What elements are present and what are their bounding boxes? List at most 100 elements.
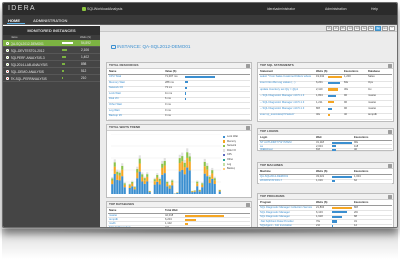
trend-bar xyxy=(168,186,171,189)
resource-name[interactable]: Memory Wait xyxy=(109,81,125,84)
column-header[interactable]: Machine xyxy=(260,170,271,173)
panel-menu-icon[interactable] xyxy=(246,203,250,207)
program-waits: 702 xyxy=(316,219,321,223)
sql-executions: 96 xyxy=(344,100,347,104)
trend-bar xyxy=(188,170,191,194)
time-range-toolbar: 1h 4h 8h 1d 3d 1w 2w 4w 1m * xyxy=(100,25,397,32)
sql-executions: 842 xyxy=(344,81,349,85)
time-range-button[interactable]: 2w xyxy=(368,26,374,31)
sql-statement[interactable]: -- SQL Diagnostic Manager v10.5.1.3 xyxy=(260,107,314,110)
column-header[interactable]: Executions xyxy=(354,170,368,173)
product-name[interactable]: SQLWorkloadAnalysis xyxy=(87,7,122,11)
sidebar-col-waits[interactable]: Waits (S) xyxy=(80,36,91,39)
trend-bar xyxy=(183,159,186,163)
panel-menu-icon[interactable] xyxy=(246,126,250,130)
trend-bar xyxy=(116,174,119,180)
resource-name[interactable]: CPU Total xyxy=(109,75,121,78)
program-name[interactable]: SQLAgent - Job invocation xyxy=(260,224,314,227)
column-header[interactable]: Waits (S) xyxy=(316,70,327,73)
tab-administration[interactable]: ADMINISTRATION xyxy=(33,18,67,23)
column-header[interactable]: Executions xyxy=(344,70,358,73)
instance-row[interactable]: SQL-DEMO-ANALYSIS 512 xyxy=(3,68,100,75)
time-range-button[interactable]: 4w xyxy=(375,26,381,31)
trend-bar xyxy=(121,165,124,170)
column-header[interactable]: Waits (S) xyxy=(316,201,327,204)
trend-bar xyxy=(143,180,146,184)
column-header[interactable]: Executions xyxy=(354,201,368,204)
sql-statement[interactable]: insert into dbo.Log values (...) xyxy=(260,81,314,84)
time-range-button[interactable]: 1d xyxy=(347,26,353,31)
tab-home[interactable]: HOME xyxy=(8,18,20,23)
sql-statement[interactable]: -- SQL Diagnostic Manager v10.5.1.3 xyxy=(260,94,314,97)
sql-executions: 40 xyxy=(344,113,347,117)
legend-label: Memory xyxy=(227,139,237,143)
trend-bar xyxy=(171,185,174,194)
resource-name[interactable]: Backup I/O xyxy=(109,114,122,117)
program-name[interactable]: SQL Diagnostic Manager Collection Servic… xyxy=(260,206,314,209)
resource-name[interactable]: Lock Wait xyxy=(109,92,121,95)
sql-statement[interactable]: -- SQL Diagnostic Manager v10.5.1.3 xyxy=(260,101,314,104)
machine-bar xyxy=(332,175,352,178)
resource-name[interactable]: Network I/O xyxy=(109,86,123,89)
instance-row[interactable]: TK-SQL-PERFANALYSIS 210 xyxy=(3,75,100,82)
column-header[interactable]: Program xyxy=(260,201,271,204)
panel-menu-icon[interactable] xyxy=(388,164,392,168)
column-header[interactable]: Name xyxy=(109,70,116,73)
resource-value: 71,007 ms xyxy=(165,75,178,78)
column-header[interactable]: Total Wait xyxy=(165,209,178,212)
time-range-button[interactable]: 8h xyxy=(340,26,346,31)
sql-statement[interactable]: update Inventory set Qty = @p1 xyxy=(260,88,314,91)
resource-name[interactable]: Disk I/O xyxy=(109,97,119,100)
panel-menu-icon[interactable] xyxy=(388,64,392,68)
time-range-button[interactable]: 1w xyxy=(361,26,367,31)
column-header[interactable]: Statement xyxy=(260,70,273,73)
time-range-button[interactable]: 1h xyxy=(326,26,332,31)
sidebar-col-name[interactable]: Name xyxy=(11,36,18,39)
panel-menu-icon[interactable] xyxy=(246,64,250,68)
sql-statement[interactable]: select * from Sales.CustomerOrders where xyxy=(260,75,314,78)
trend-bar xyxy=(188,153,191,157)
machine-name[interactable]: QA-SQL2012-DEMO01 xyxy=(260,175,314,178)
program-name[interactable]: .Net SqlClient Data Provider xyxy=(260,220,314,223)
administration-link[interactable]: Administration xyxy=(325,7,346,11)
column-header[interactable]: Value (S) xyxy=(165,70,176,73)
instance-row[interactable]: SQL2014-LAB-ANALYSIS 898 xyxy=(3,61,100,68)
help-link[interactable]: Help xyxy=(371,7,378,11)
time-range-button[interactable]: 3d xyxy=(354,26,360,31)
column-header[interactable]: Login xyxy=(260,136,267,139)
sql-statement[interactable]: exec sp_executesql N'select' xyxy=(260,113,314,116)
user-name[interactable]: idera\administrator xyxy=(267,7,295,11)
database-name[interactable]: SQLdmRepository xyxy=(109,226,131,227)
column-header[interactable]: Database xyxy=(368,70,380,73)
instance-row[interactable]: QA-SQL2012-DEMO01 54,892 xyxy=(3,40,100,47)
column-header[interactable]: Executions xyxy=(354,136,368,139)
time-range-button[interactable]: * xyxy=(389,26,395,31)
trend-bar xyxy=(178,154,181,159)
time-range-button[interactable]: 1m xyxy=(382,26,388,31)
trend-bar xyxy=(133,186,136,188)
legend-label: Lock Wait xyxy=(227,135,238,138)
program-executions: 806 xyxy=(354,206,359,209)
machine-name[interactable]: WORKSTATION-7 xyxy=(260,179,314,182)
trend-bar xyxy=(171,182,174,186)
legend-label: Other xyxy=(227,158,234,161)
instance-row[interactable]: SQL-DEVTEST01-2012 2,106 xyxy=(3,47,100,54)
program-name[interactable]: SQL Diagnostic Manager xyxy=(260,211,314,214)
trend-bar xyxy=(196,183,199,187)
instance-row[interactable]: SQLPERF-ANALYSIS-3 1,402 xyxy=(3,54,100,61)
trend-bar xyxy=(168,185,171,187)
column-header[interactable]: Wait xyxy=(316,136,322,139)
trend-bar xyxy=(213,178,216,181)
program-name[interactable]: SQL Diagnostic Manager xyxy=(260,215,314,218)
resource-name[interactable]: Log Wait xyxy=(109,109,120,112)
panel-menu-icon[interactable] xyxy=(388,195,392,199)
panel-menu-icon[interactable] xyxy=(388,130,392,134)
legend-label: Network xyxy=(227,144,237,148)
trend-bar xyxy=(191,192,194,194)
resource-name[interactable]: Other Wait xyxy=(109,103,122,106)
sql-database: tempdb xyxy=(368,113,377,117)
trend-bar xyxy=(136,178,139,194)
column-header[interactable]: Name xyxy=(109,209,116,212)
column-header[interactable]: Waits (S) xyxy=(316,170,327,173)
time-range-button[interactable]: 4h xyxy=(333,26,339,31)
